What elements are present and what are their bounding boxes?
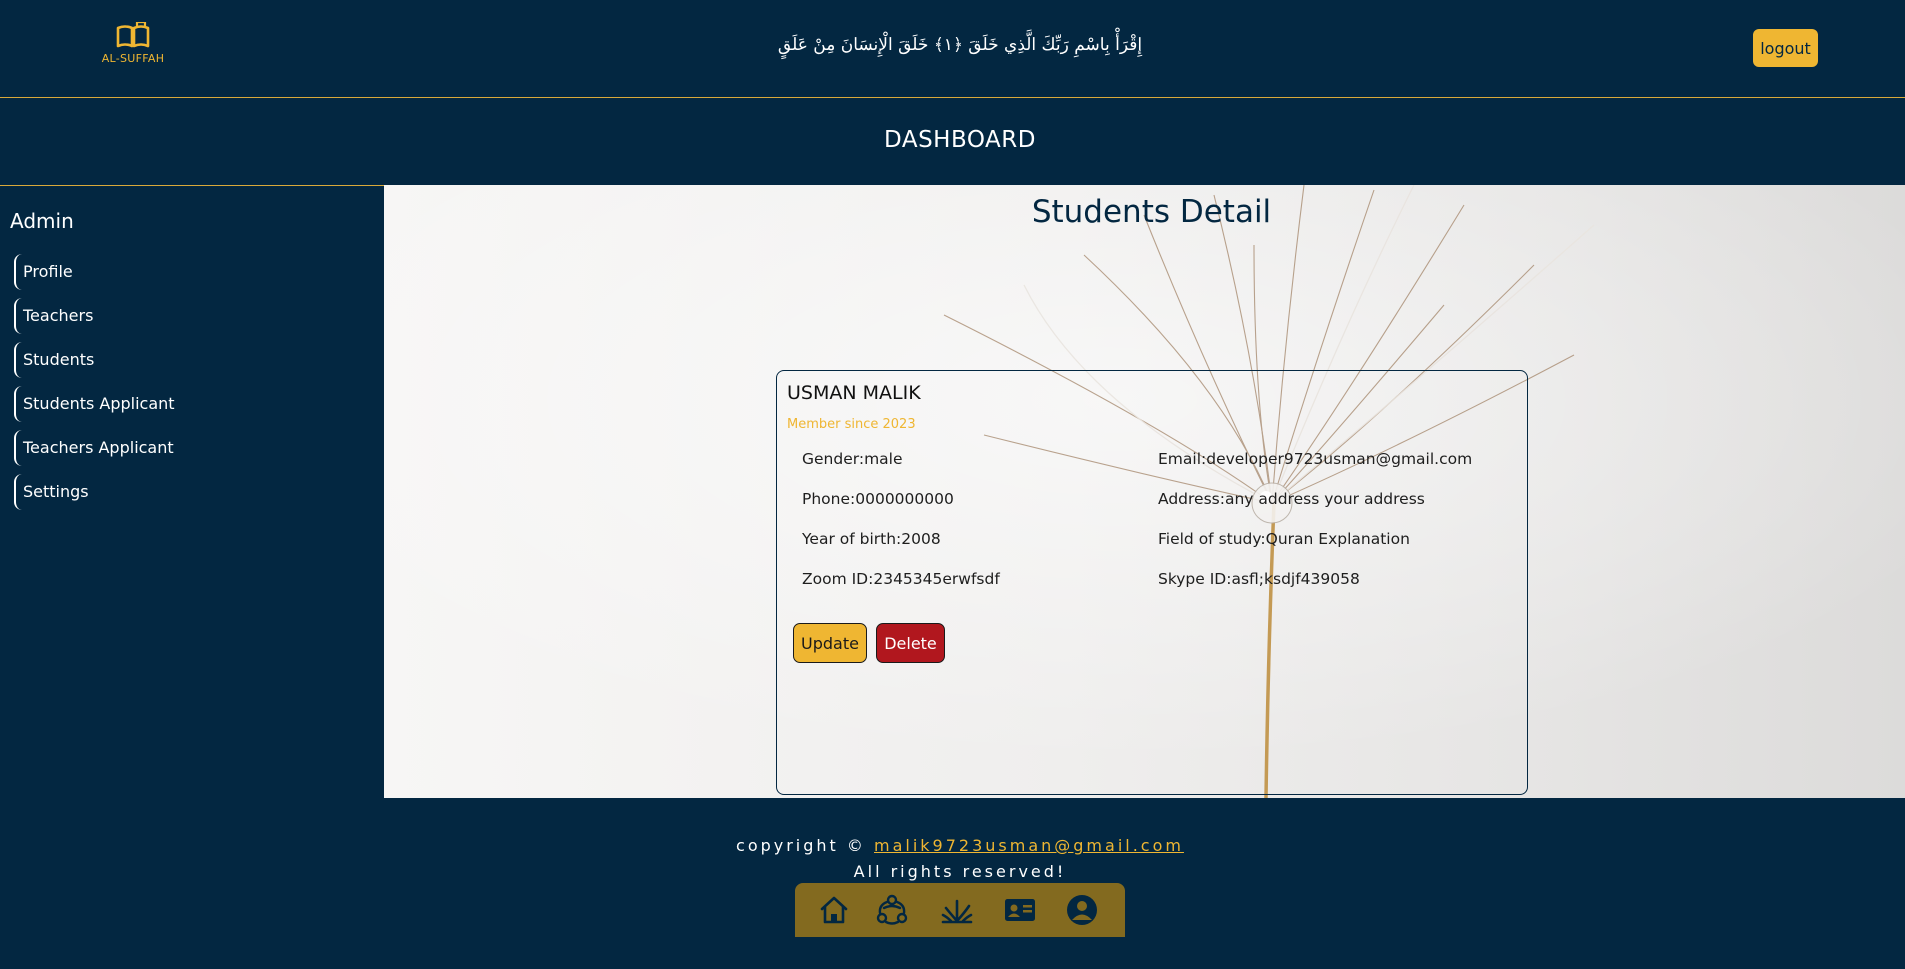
sidebar-item-teachers-applicant[interactable]: Teachers Applicant: [14, 430, 175, 466]
logo-text: AL-SUFFAH: [101, 52, 165, 65]
sidebar: Admin Profile Teachers Students Students…: [0, 185, 384, 798]
phone-field: Phone:0000000000: [802, 490, 954, 508]
sidebar-menu: Profile Teachers Students Students Appli…: [14, 254, 175, 518]
home-icon[interactable]: [817, 893, 851, 927]
field-of-study-field: Field of study:Quran Explanation: [1158, 530, 1410, 548]
gender-field: Gender:male: [802, 450, 903, 468]
dashboard-band: DASHBOARD: [0, 99, 1905, 185]
footer-email-link[interactable]: malik9723usman@gmail.com: [874, 836, 1184, 855]
sidebar-item-teachers[interactable]: Teachers: [14, 298, 175, 334]
header-ayah: إِقْرَأْ بِاسْمِ رَبِّكَ الَّذِي خَلَقَ …: [777, 35, 1143, 55]
copyright-text: copyright ©: [736, 836, 874, 855]
grass-icon[interactable]: [940, 893, 974, 927]
sidebar-title: Admin: [10, 209, 74, 233]
site-logo[interactable]: AL-SUFFAH: [100, 22, 166, 65]
top-header: AL-SUFFAH إِقْرَأْ بِاسْمِ رَبِّكَ الَّذ…: [0, 0, 1905, 98]
update-button[interactable]: Update: [793, 623, 867, 663]
sidebar-item-students-applicant[interactable]: Students Applicant: [14, 386, 175, 422]
skype-id-field: Skype ID:asfl;ksdjf439058: [1158, 570, 1360, 588]
sidebar-item-students[interactable]: Students: [14, 342, 175, 378]
member-since-text: Member since 2023: [787, 417, 916, 432]
delete-button[interactable]: Delete: [876, 623, 945, 663]
connections-icon[interactable]: [875, 893, 909, 927]
student-name: USMAN MALIK: [787, 382, 921, 404]
bottom-nav-bar: [795, 883, 1125, 937]
sidebar-item-profile[interactable]: Profile: [14, 254, 175, 290]
logout-button[interactable]: logout: [1753, 29, 1818, 67]
main-content: Students Detail USMAN MALIK Member since…: [384, 185, 1905, 798]
footer-rights: All rights reserved!: [853, 862, 1067, 881]
zoom-id-field: Zoom ID:2345345erwfsdf: [802, 570, 1000, 588]
sidebar-item-settings[interactable]: Settings: [14, 474, 175, 510]
address-field: Address:any address your address: [1158, 490, 1425, 508]
dashboard-title: DASHBOARD: [884, 127, 1036, 153]
book-logo-icon: [116, 22, 150, 48]
contact-card-icon[interactable]: [1003, 893, 1037, 927]
email-field: Email:developer9723usman@gmail.com: [1158, 450, 1473, 468]
year-of-birth-field: Year of birth:2008: [802, 530, 941, 548]
account-icon[interactable]: [1065, 893, 1099, 927]
page-title: Students Detail: [1031, 194, 1272, 230]
footer-copyright: copyright © malik9723usman@gmail.com: [0, 836, 1905, 855]
student-detail-card: USMAN MALIK Member since 2023 Gender:mal…: [776, 370, 1528, 795]
